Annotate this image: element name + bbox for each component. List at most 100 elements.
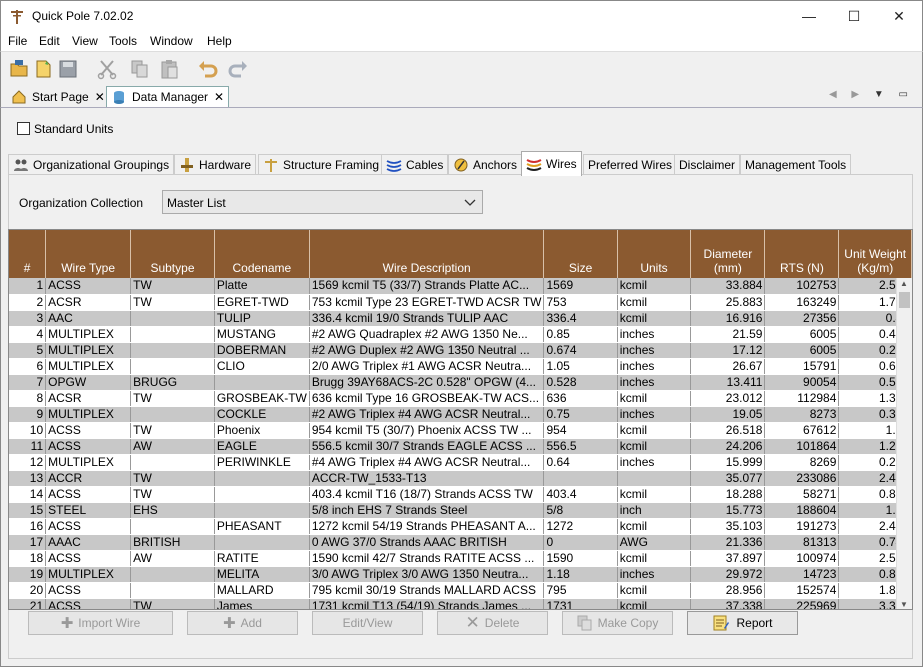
table-row[interactable]: 14 ACSS TW 403.4 kcmil T16 (18/7) Strands A… [9, 486, 912, 503]
close-tab-icon[interactable]: ✕ [95, 90, 105, 104]
import-wire-button[interactable]: ✚ Import Wire [28, 611, 173, 635]
minimize-button[interactable]: — [786, 1, 832, 31]
open-folder-icon[interactable] [9, 58, 31, 80]
table-header-row: # Wire Type Subtype Codename Wire Descriptio… [9, 230, 912, 278]
table-cell: 152574 [764, 582, 840, 599]
table-row[interactable]: 21 ACSS TW James 1731 kcmil T13 (54/19) Stra… [9, 598, 912, 609]
tab-preferred-wires[interactable]: Preferred Wires [583, 154, 678, 175]
cut-icon[interactable] [96, 58, 118, 80]
table-cell: AAC [45, 310, 132, 327]
table-row[interactable]: 6 MULTIPLEX CLIO 2/0 AWG Triplex #1 AWG ACS… [9, 358, 912, 375]
add-button[interactable]: ✚ Add [187, 611, 298, 635]
table-cell: ACCR-TW_1533-T13 [309, 470, 545, 487]
tab-wires[interactable]: Wires [521, 151, 582, 176]
table-cell [214, 502, 310, 519]
copy-icon[interactable] [129, 58, 151, 80]
table-cell: 336.4 [543, 310, 618, 327]
tab-disclaimer[interactable]: Disclaimer [674, 154, 741, 175]
menu-view[interactable]: View [72, 34, 98, 48]
table-cell: #2 AWG Duplex #2 AWG 1350 Neutral ... [309, 342, 545, 359]
menu-help[interactable]: Help [207, 34, 232, 48]
maximize-button[interactable]: ☐ [831, 1, 877, 31]
save-icon[interactable] [57, 58, 79, 80]
table-cell: kcmil [617, 582, 692, 599]
column-header[interactable]: Size [543, 230, 618, 278]
tab-anchors[interactable]: Anchors [448, 154, 523, 175]
table-row[interactable]: 4 MULTIPLEX MUSTANG #2 AWG Quadraplex #2 AW… [9, 326, 912, 343]
close-tab-icon[interactable]: ✕ [214, 90, 224, 104]
tab-start-page[interactable]: Start Page ✕ [7, 86, 109, 107]
table-cell: 67612 [764, 422, 840, 439]
table-cell: 0 [543, 534, 618, 551]
table-row[interactable]: 1 ACSS TW Platte 1569 kcmil T5 (33/7) Strand… [9, 278, 912, 295]
paste-icon[interactable] [159, 58, 181, 80]
table-row[interactable]: 12 MULTIPLEX PERIWINKLE #4 AWG Triplex #4 A… [9, 454, 912, 471]
table-cell: AW [130, 550, 215, 567]
column-header[interactable]: Wire Description [309, 230, 545, 278]
column-header[interactable]: RTS (N) [764, 230, 840, 278]
table-cell: 0 AWG 37/0 Strands AAAC BRITISH [309, 534, 545, 551]
vertical-scrollbar[interactable]: ▲ ▼ [896, 278, 912, 609]
tab-structure-framing[interactable]: Structure Framing [258, 154, 385, 175]
tab-data-manager[interactable]: Data Manager ✕ [106, 86, 230, 107]
table-cell: Phoenix [214, 422, 310, 439]
table-row[interactable]: 3 AAC TULIP 336.4 kcmil 19/0 Strands TULIP … [9, 310, 912, 327]
new-file-icon[interactable] [33, 58, 55, 80]
menu-window[interactable]: Window [150, 34, 193, 48]
organization-collection-dropdown[interactable]: Master List [162, 190, 483, 214]
table-cell: 33.884 [690, 278, 766, 295]
table-cell [130, 342, 215, 359]
table-row[interactable]: 13 ACCR TW ACCR-TW_1533-T13 35.077 233086 2.49… [9, 470, 912, 487]
column-header[interactable]: Diameter (mm) [690, 230, 766, 278]
redo-icon[interactable] [227, 58, 249, 80]
table-row[interactable]: 9 MULTIPLEX COCKLE #2 AWG Triplex #4 AWG AC… [9, 406, 912, 423]
undo-icon[interactable] [197, 58, 219, 80]
edit-view-button[interactable]: Edit/View [312, 611, 423, 635]
table-row[interactable]: 17 AAAC BRITISH 0 AWG 37/0 Strands AAAC BRI… [9, 534, 912, 551]
scrollbar-thumb[interactable] [899, 292, 910, 308]
make-copy-button[interactable]: Make Copy [562, 611, 673, 635]
tab-cables[interactable]: Cables [381, 154, 449, 175]
table-row[interactable]: 18 ACSS AW RATITE 1590 kcmil 42/7 Strands RA… [9, 550, 912, 567]
table-row[interactable]: 11 ACSS AW EAGLE 556.5 kcmil 30/7 Strands EA… [9, 438, 912, 455]
tab-organizational-groupings[interactable]: Organizational Groupings [8, 154, 175, 175]
close-button[interactable]: ✕ [876, 1, 922, 31]
scroll-up-icon[interactable]: ▲ [900, 279, 908, 288]
column-header[interactable]: Codename [214, 230, 310, 278]
menu-file[interactable]: File [8, 34, 27, 48]
menu-edit[interactable]: Edit [39, 34, 60, 48]
table-cell: 16.916 [690, 310, 766, 327]
menu-tools[interactable]: Tools [109, 34, 137, 48]
delete-button[interactable]: ✕ Delete [437, 611, 548, 635]
column-header[interactable]: Unit Weight (Kg/m) [838, 230, 912, 278]
column-header[interactable]: Subtype [130, 230, 215, 278]
standard-units-checkbox[interactable] [17, 122, 30, 135]
table-cell: EHS [130, 502, 215, 519]
report-button[interactable]: Report [687, 611, 798, 635]
table-cell: AAAC [45, 534, 132, 551]
column-header[interactable]: Units [617, 230, 692, 278]
table-cell: 8 [9, 390, 47, 407]
tab-management-tools[interactable]: Management Tools [740, 154, 852, 175]
table-cell: 21.59 [690, 326, 766, 343]
table-row[interactable]: 16 ACSS PHEASANT 1272 kcmil 54/19 Strands P… [9, 518, 912, 535]
table-row[interactable]: 7 OPGW BRUGG Brugg 39AY68ACS-2C 0.528" OPGW… [9, 374, 912, 391]
tab-navigation[interactable]: ◀ ▶ ▼ ▭ [829, 89, 914, 100]
scroll-down-icon[interactable]: ▼ [900, 600, 908, 609]
table-row[interactable]: 15 STEEL EHS 5/8 inch EHS 7 Strands Steel 5/… [9, 502, 912, 519]
table-row[interactable]: 10 ACSS TW Phoenix 954 kcmil T5 (30/7) Phoen… [9, 422, 912, 439]
column-header[interactable]: Wire Type [45, 230, 132, 278]
table-cell: 954 kcmil T5 (30/7) Phoenix ACSS TW ... [309, 422, 545, 439]
column-header[interactable]: # [9, 230, 47, 278]
table-row[interactable]: 19 MULTIPLEX MELITA 3/0 AWG Triplex 3/0 AWG… [9, 566, 912, 583]
table-row[interactable]: 2 ACSR TW EGRET-TWD 753 kcmil Type 23 EGRET-… [9, 294, 912, 311]
table-cell: 101864 [764, 438, 840, 455]
table-row[interactable]: 20 ACSS MALLARD 795 kcmil 30/19 Strands MAL… [9, 582, 912, 599]
table-row[interactable]: 8 ACSR TW GROSBEAK-TW 636 kcmil Type 16 GROS… [9, 390, 912, 407]
tab-hardware[interactable]: Hardware [174, 154, 257, 175]
table-cell: kcmil [617, 390, 692, 407]
table-row[interactable]: 5 MULTIPLEX DOBERMAN #2 AWG Duplex #2 AWG 1… [9, 342, 912, 359]
tab-start-page-label: Start Page [32, 89, 89, 104]
table-cell: 5 [9, 342, 47, 359]
table-cell: 8269 [764, 454, 840, 471]
